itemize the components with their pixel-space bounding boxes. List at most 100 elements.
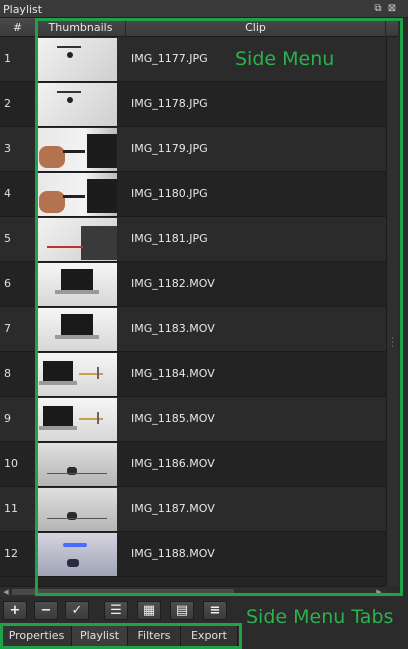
clip-thumbnail bbox=[37, 443, 117, 486]
thumbnail-shape bbox=[97, 412, 99, 424]
clip-thumbnail bbox=[37, 398, 117, 441]
row-number: 1 bbox=[4, 52, 11, 65]
thumbnail-shape bbox=[87, 179, 117, 213]
clip-thumbnail bbox=[37, 38, 117, 81]
thumbnail-shape bbox=[81, 226, 117, 260]
table-row[interactable]: 4 IMG_1180.JPG bbox=[0, 172, 386, 217]
row-number: 4 bbox=[4, 187, 11, 200]
side-menu-tabs-label: Side Menu Tabs bbox=[246, 606, 394, 628]
side-menu-tabs: Properties Playlist Filters Export bbox=[0, 625, 242, 647]
menu-button[interactable]: ≡ bbox=[203, 601, 227, 620]
tab-playlist[interactable]: Playlist bbox=[72, 626, 128, 646]
thumbnail-shape bbox=[67, 97, 73, 103]
thumbnail-shape bbox=[39, 381, 77, 385]
thumbnail-shape bbox=[43, 361, 73, 381]
thumbnail-shape bbox=[97, 367, 99, 379]
clip-name: IMG_1186.MOV bbox=[131, 457, 215, 470]
table-row[interactable]: 5 IMG_1181.JPG bbox=[0, 217, 386, 262]
tab-properties[interactable]: Properties bbox=[2, 626, 72, 646]
clip-name: IMG_1182.MOV bbox=[131, 277, 215, 290]
clip-name: IMG_1181.JPG bbox=[131, 232, 208, 245]
clip-thumbnail bbox=[37, 308, 117, 351]
grid-view-button[interactable]: ▦ bbox=[137, 601, 161, 620]
table-view-button[interactable]: ▤ bbox=[170, 601, 194, 620]
row-number: 11 bbox=[4, 502, 18, 515]
table-row[interactable]: 11 IMG_1187.MOV bbox=[0, 487, 386, 532]
tab-export[interactable]: Export bbox=[181, 626, 238, 646]
thumbnail-shape bbox=[57, 91, 81, 93]
table-row[interactable]: 6 IMG_1182.MOV bbox=[0, 262, 386, 307]
clip-name: IMG_1183.MOV bbox=[131, 322, 215, 335]
thumbnail-shape bbox=[67, 52, 73, 58]
table-row[interactable]: 8 IMG_1184.MOV bbox=[0, 352, 386, 397]
table-row[interactable]: 9 IMG_1185.MOV bbox=[0, 397, 386, 442]
scroll-right-icon[interactable]: ▶ bbox=[374, 587, 384, 597]
row-number: 6 bbox=[4, 277, 11, 290]
table-header: # Thumbnails Clip bbox=[0, 18, 398, 37]
clip-thumbnail bbox=[37, 353, 117, 396]
side-menu-label: Side Menu bbox=[235, 48, 335, 70]
thumbnail-shape bbox=[55, 335, 99, 339]
tab-filters[interactable]: Filters bbox=[128, 626, 181, 646]
clip-thumbnail bbox=[37, 218, 117, 261]
clip-thumbnail bbox=[37, 83, 117, 126]
clip-thumbnail bbox=[37, 173, 117, 216]
float-icon[interactable]: ⧉ bbox=[372, 3, 384, 15]
list-view-button[interactable]: ☰ bbox=[104, 601, 128, 620]
clip-thumbnail bbox=[37, 128, 117, 171]
thumbnail-shape bbox=[63, 543, 87, 547]
panel-title: Playlist bbox=[3, 3, 43, 16]
playlist-table: # Thumbnails Clip 1 IMG_1177.JPG 2 IMG_1178… bbox=[0, 18, 398, 586]
clip-name: IMG_1184.MOV bbox=[131, 367, 215, 380]
column-header-number[interactable]: # bbox=[0, 18, 36, 37]
table-row[interactable]: 2 IMG_1178.JPG bbox=[0, 82, 386, 127]
row-number: 5 bbox=[4, 232, 11, 245]
splitter-handle-icon[interactable]: · · · bbox=[389, 335, 396, 352]
clip-name: IMG_1179.JPG bbox=[131, 142, 208, 155]
thumbnail-shape bbox=[43, 406, 73, 426]
table-row[interactable]: 7 IMG_1183.MOV bbox=[0, 307, 386, 352]
row-number: 7 bbox=[4, 322, 11, 335]
clip-name: IMG_1185.MOV bbox=[131, 412, 215, 425]
thumbnail-shape bbox=[39, 191, 65, 213]
panel-titlebar: Playlist ⧉ ⊠ bbox=[0, 0, 408, 18]
close-icon[interactable]: ⊠ bbox=[386, 3, 398, 15]
thumbnail-shape bbox=[63, 150, 85, 153]
thumbnail-shape bbox=[57, 46, 81, 48]
row-number: 10 bbox=[4, 457, 18, 470]
check-button[interactable]: ✓ bbox=[65, 601, 89, 620]
horizontal-scrollbar[interactable]: ◀ ▶ bbox=[0, 586, 386, 597]
clip-name: IMG_1178.JPG bbox=[131, 97, 208, 110]
thumbnail-shape bbox=[61, 314, 93, 335]
clip-thumbnail bbox=[37, 263, 117, 306]
remove-button[interactable]: − bbox=[34, 601, 58, 620]
thumbnail-shape bbox=[39, 146, 65, 168]
thumbnail-shape bbox=[67, 559, 79, 567]
column-header-thumbnails[interactable]: Thumbnails bbox=[36, 18, 126, 37]
table-row[interactable]: 3 IMG_1179.JPG bbox=[0, 127, 386, 172]
clip-name: IMG_1180.JPG bbox=[131, 187, 208, 200]
thumbnail-shape bbox=[47, 473, 107, 474]
row-number: 9 bbox=[4, 412, 11, 425]
thumbnail-shape bbox=[47, 518, 107, 519]
thumbnail-shape bbox=[61, 269, 93, 290]
vertical-scrollbar[interactable]: · · · bbox=[386, 37, 398, 586]
column-header-clip[interactable]: Clip bbox=[126, 18, 386, 37]
row-number: 12 bbox=[4, 547, 18, 560]
row-number: 8 bbox=[4, 367, 11, 380]
thumbnail-shape bbox=[47, 246, 83, 248]
thumbnail-shape bbox=[63, 195, 85, 198]
horizontal-scroll-thumb[interactable] bbox=[12, 589, 234, 595]
clip-thumbnail bbox=[37, 533, 117, 576]
clip-name: IMG_1177.JPG bbox=[131, 52, 208, 65]
scroll-left-icon[interactable]: ◀ bbox=[1, 587, 11, 597]
table-row[interactable]: 10 IMG_1186.MOV bbox=[0, 442, 386, 487]
thumbnail-shape bbox=[87, 134, 117, 168]
thumbnail-shape bbox=[79, 418, 103, 420]
thumbnail-shape bbox=[55, 290, 99, 294]
table-row[interactable]: 12 IMG_1188.MOV bbox=[0, 532, 386, 577]
clip-thumbnail bbox=[37, 488, 117, 531]
row-number: 3 bbox=[4, 142, 11, 155]
thumbnail-shape bbox=[79, 373, 103, 375]
add-button[interactable]: + bbox=[3, 601, 27, 620]
